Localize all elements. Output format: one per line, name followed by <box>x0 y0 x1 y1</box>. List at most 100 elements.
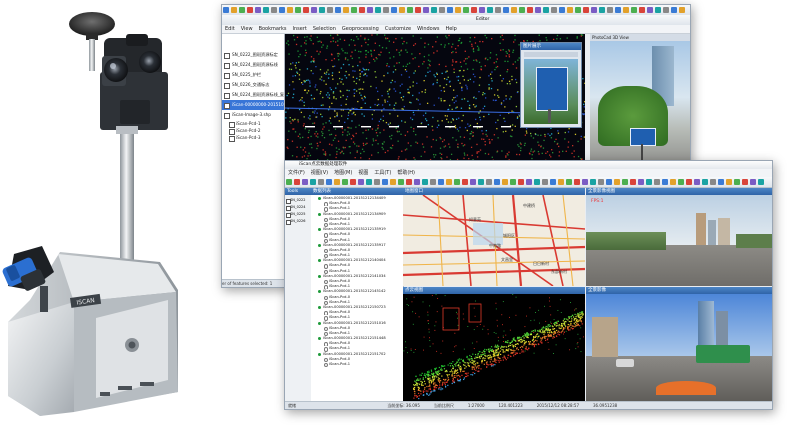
menu-item[interactable]: Bookmarks <box>259 26 287 32</box>
menu-item[interactable]: Help <box>445 26 456 32</box>
toolbar-button-icon[interactable] <box>566 179 572 185</box>
toolbar-button-icon[interactable] <box>255 7 261 13</box>
tool-item[interactable]: SN_0224 <box>285 204 311 211</box>
toolbar-button-icon[interactable] <box>406 179 412 185</box>
menu-item[interactable]: 视图 <box>358 170 368 176</box>
menu-item[interactable]: 帮助(H) <box>397 170 415 176</box>
toolbar-button-icon[interactable] <box>526 179 532 185</box>
toolbar-button-icon[interactable] <box>383 7 389 13</box>
toolbar-button-icon[interactable] <box>423 7 429 13</box>
toolbar-button-icon[interactable] <box>326 179 332 185</box>
layer-item[interactable]: iScan-00000000-20151020115 <box>222 100 284 110</box>
toolbar-button-icon[interactable] <box>335 7 341 13</box>
toolbar-button-icon[interactable] <box>462 179 468 185</box>
menu-item[interactable]: 地图(M) <box>334 170 352 176</box>
toolbar-button-icon[interactable] <box>686 179 692 185</box>
toolbar-button-icon[interactable] <box>318 179 324 185</box>
toolbar-button-icon[interactable] <box>510 179 516 185</box>
toolbar-button-icon[interactable] <box>742 179 748 185</box>
toolbar-button-icon[interactable] <box>422 179 428 185</box>
menu-item[interactable]: Geoprocessing <box>342 26 379 32</box>
toolbar-button-icon[interactable] <box>638 179 644 185</box>
toolbar-button-icon[interactable] <box>455 7 461 13</box>
toolbar-button-icon[interactable] <box>574 179 580 185</box>
toolbar-button-icon[interactable] <box>350 179 356 185</box>
menu-item[interactable]: 工具(T) <box>374 170 391 176</box>
toolbar-button-icon[interactable] <box>263 7 269 13</box>
menu-item[interactable]: Edit <box>225 26 235 32</box>
toolbar-button-icon[interactable] <box>631 7 637 13</box>
toolbar-button-icon[interactable] <box>511 7 517 13</box>
toolbar-button-icon[interactable] <box>710 179 716 185</box>
toolbar-button-icon[interactable] <box>439 7 445 13</box>
toolbar-button-icon[interactable] <box>551 7 557 13</box>
toolbar-button-icon[interactable] <box>758 179 764 185</box>
toolbar-button-icon[interactable] <box>303 7 309 13</box>
toolbar-button-icon[interactable] <box>558 179 564 185</box>
toolbar-button-icon[interactable] <box>367 7 373 13</box>
toolbar-button-icon[interactable] <box>654 179 660 185</box>
toolbar-button-icon[interactable] <box>463 7 469 13</box>
layer-checkbox[interactable] <box>224 82 230 89</box>
toolbar-button-icon[interactable] <box>494 179 500 185</box>
toolbar-button-icon[interactable] <box>678 179 684 185</box>
layer-checkbox[interactable] <box>229 135 235 142</box>
street-map[interactable]: 中建桥如意苑中南路城阳区文昌里日日新村东部新村 <box>403 195 585 286</box>
toolbar-button-icon[interactable] <box>391 7 397 13</box>
tool-checkbox[interactable] <box>286 213 291 218</box>
toolbar-button-icon[interactable] <box>535 7 541 13</box>
toolbar-button-icon[interactable] <box>358 179 364 185</box>
toolbar-button-icon[interactable] <box>718 179 724 185</box>
layer-checkbox[interactable] <box>224 102 230 109</box>
toolbar-button-icon[interactable] <box>311 7 317 13</box>
toolbar-button-icon[interactable] <box>223 7 229 13</box>
layer-item[interactable]: iScan-Pcd-2 <box>222 127 284 135</box>
toolbar-button-icon[interactable] <box>479 7 485 13</box>
toolbar-button-icon[interactable] <box>567 7 573 13</box>
toolbar-button-icon[interactable] <box>534 179 540 185</box>
menu-item[interactable]: 视图(V) <box>311 170 328 176</box>
toolbar-button-icon[interactable] <box>342 179 348 185</box>
toolbar-button-icon[interactable] <box>630 179 636 185</box>
layer-checkbox[interactable] <box>224 72 230 79</box>
toolbar-button-icon[interactable] <box>543 7 549 13</box>
toolbar-button-icon[interactable] <box>606 179 612 185</box>
toolbar-button-icon[interactable] <box>590 179 596 185</box>
toolbar-button-icon[interactable] <box>575 7 581 13</box>
tree-node[interactable]: iScan-Pcd-1 <box>311 362 403 368</box>
toolbar-button-icon[interactable] <box>591 7 597 13</box>
layer-item[interactable]: SN_0224_图斑资源标线 <box>222 60 284 70</box>
toolbar-button-icon[interactable] <box>438 179 444 185</box>
toolbar-button-icon[interactable] <box>366 179 372 185</box>
toolbar-button-icon[interactable] <box>351 7 357 13</box>
toolbar-button-icon[interactable] <box>287 7 293 13</box>
toolbar-button-icon[interactable] <box>302 179 308 185</box>
menu-item[interactable]: Insert <box>293 26 307 32</box>
pointcloud-3d-canvas[interactable] <box>403 294 585 402</box>
toolbar-button-icon[interactable] <box>542 179 548 185</box>
toolbar-button-icon[interactable] <box>527 7 533 13</box>
toolbar-button-icon[interactable] <box>431 7 437 13</box>
toolbar-button-icon[interactable] <box>319 7 325 13</box>
toolbar-button-icon[interactable] <box>471 7 477 13</box>
toolbar-button-icon[interactable] <box>247 7 253 13</box>
toolbar-button-icon[interactable] <box>375 7 381 13</box>
toolbar-button-icon[interactable] <box>310 179 316 185</box>
toolbar-button-icon[interactable] <box>503 7 509 13</box>
toolbar-button-icon[interactable] <box>271 7 277 13</box>
toolbar-button-icon[interactable] <box>286 179 292 185</box>
toolbar-button-icon[interactable] <box>399 7 405 13</box>
toolbar-button-icon[interactable] <box>615 7 621 13</box>
layer-item[interactable]: iScan-Pcd-3 <box>222 134 284 142</box>
toolbar-button-icon[interactable] <box>447 7 453 13</box>
toolbar-button-icon[interactable] <box>607 7 613 13</box>
toolbar-button-icon[interactable] <box>598 179 604 185</box>
toolbar-button-icon[interactable] <box>415 7 421 13</box>
toolbar-button-icon[interactable] <box>487 7 493 13</box>
menu-item[interactable]: Selection <box>313 26 336 32</box>
toolbar-button-icon[interactable] <box>374 179 380 185</box>
tool-checkbox[interactable] <box>286 220 291 225</box>
toolbar-button-icon[interactable] <box>622 179 628 185</box>
tool-item[interactable]: SN_0226 <box>285 218 311 225</box>
toolbar-button-icon[interactable] <box>663 7 669 13</box>
